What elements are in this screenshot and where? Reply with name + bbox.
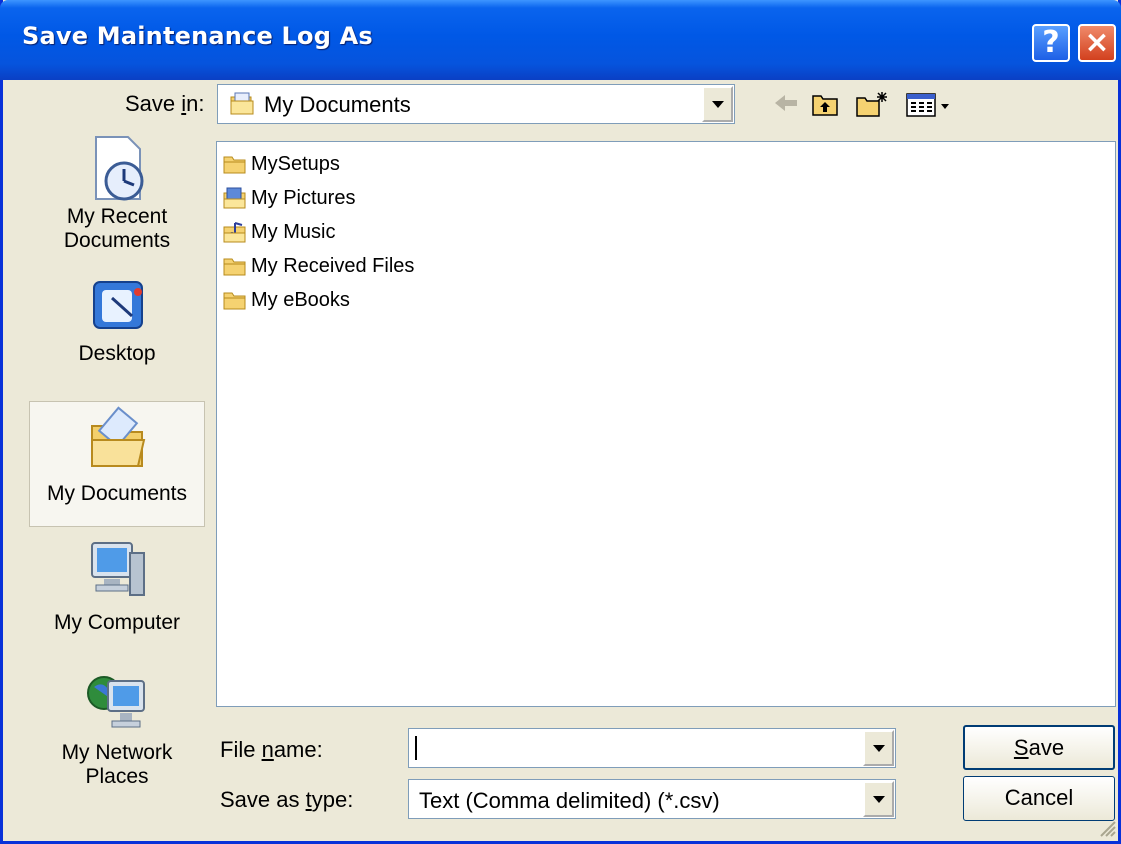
- network-places-icon: [87, 676, 145, 728]
- place-label: Desktop: [78, 342, 156, 365]
- list-item[interactable]: My Received Files: [223, 250, 414, 282]
- save-as-type-value: Text (Comma delimited) (*.csv): [419, 788, 720, 813]
- place-label: My Recent: [66, 205, 168, 228]
- pictures-folder-icon: [223, 187, 246, 209]
- place-label: Documents: [63, 229, 171, 252]
- file-name-label: File name:: [220, 737, 323, 762]
- save-as-type-dropdown-button[interactable]: [863, 781, 894, 817]
- place-label: My Network: [61, 741, 173, 764]
- view-menu-icon[interactable]: [905, 90, 955, 118]
- save-as-type-dropdown[interactable]: Text (Comma delimited) (*.csv): [408, 779, 896, 819]
- list-item[interactable]: My eBooks: [223, 284, 350, 316]
- text-cursor: [415, 736, 417, 760]
- my-documents-folder-icon: [91, 406, 146, 467]
- place-label: My Computer: [53, 611, 181, 634]
- resize-grip[interactable]: [1097, 818, 1117, 838]
- file-name-input[interactable]: [408, 728, 896, 768]
- music-folder-icon: [223, 222, 246, 243]
- up-one-level-icon[interactable]: [811, 90, 841, 118]
- save-in-value: My Documents: [264, 92, 411, 117]
- folder-icon: [223, 156, 246, 174]
- save-button[interactable]: Save: [963, 725, 1115, 770]
- desktop-icon: [93, 281, 143, 329]
- save-in-label: Save in:: [125, 91, 205, 116]
- save-dialog: Save Maintenance Log As ? × Save in: My …: [0, 0, 1121, 844]
- dialog-title: Save Maintenance Log As: [22, 22, 373, 50]
- place-label: My Documents: [46, 482, 188, 505]
- file-name: My Music: [251, 220, 336, 243]
- folder-icon: [223, 258, 246, 276]
- close-button[interactable]: ×: [1078, 24, 1116, 62]
- back-arrow-icon[interactable]: [771, 90, 801, 116]
- place-my-documents[interactable]: My Documents: [29, 401, 205, 527]
- title-bar[interactable]: Save Maintenance Log As ? ×: [0, 0, 1121, 80]
- cancel-button[interactable]: Cancel: [963, 776, 1115, 821]
- file-name: My Pictures: [251, 186, 356, 209]
- place-my-recent-documents[interactable]: My Recent Documents: [29, 133, 205, 253]
- file-name: My Received Files: [251, 254, 415, 277]
- help-button[interactable]: ?: [1032, 24, 1070, 62]
- file-name-dropdown-button[interactable]: [863, 730, 894, 766]
- save-in-dropdown-button[interactable]: [702, 86, 733, 122]
- my-computer-icon: [91, 542, 145, 596]
- file-list[interactable]: MySetups My Pictures My Music My Receive…: [216, 141, 1116, 707]
- file-name: MySetups: [251, 152, 340, 175]
- save-in-dropdown[interactable]: My Documents: [217, 84, 735, 124]
- list-item[interactable]: My Music: [223, 216, 335, 248]
- place-my-network-places[interactable]: My Network Places: [29, 667, 205, 789]
- places-bar: My Recent Documents Desktop My Documents: [29, 133, 205, 815]
- file-name: My eBooks: [251, 288, 350, 311]
- list-item[interactable]: MySetups: [223, 148, 340, 180]
- place-desktop[interactable]: Desktop: [29, 276, 205, 366]
- save-as-type-label: Save as type:: [220, 787, 354, 812]
- new-folder-icon[interactable]: [855, 90, 889, 118]
- recent-documents-icon: [95, 136, 144, 201]
- folder-icon: [223, 292, 246, 310]
- list-item[interactable]: My Pictures: [223, 182, 355, 214]
- place-my-computer[interactable]: My Computer: [29, 537, 205, 635]
- my-documents-icon: [230, 92, 254, 115]
- place-label: Places: [85, 765, 149, 788]
